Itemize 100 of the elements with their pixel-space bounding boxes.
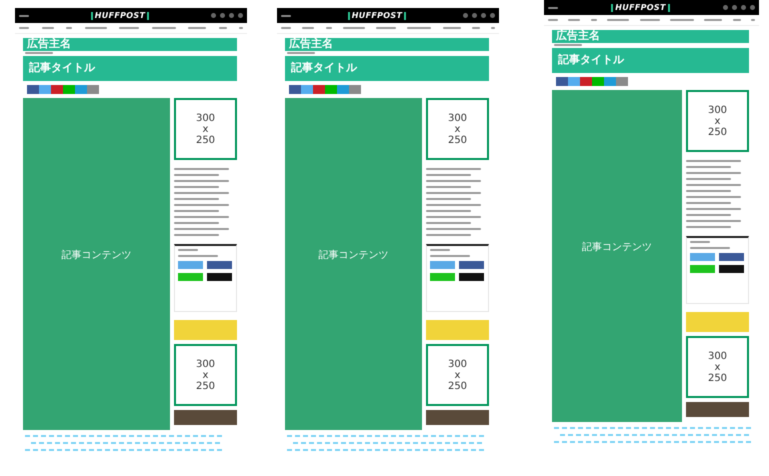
text-placeholder-line	[686, 190, 731, 192]
share-button[interactable]	[75, 85, 87, 94]
banner-image	[174, 320, 237, 340]
text-placeholder-line	[287, 52, 315, 54]
subscribe-button[interactable]	[719, 253, 744, 261]
text-placeholder-line	[426, 180, 481, 182]
share-button[interactable]	[87, 85, 99, 94]
content-label: 記事コンテンツ	[318, 248, 388, 263]
share-button[interactable]	[301, 85, 313, 94]
text-placeholder-line	[174, 234, 219, 236]
text-placeholder-line	[178, 255, 218, 257]
subscribe-button[interactable]	[207, 273, 232, 281]
content-label: 記事コンテンツ	[582, 240, 652, 255]
share-button[interactable]	[313, 85, 325, 94]
share-button[interactable]	[556, 77, 568, 86]
text-placeholder-line	[152, 27, 176, 29]
text-placeholder-line	[174, 192, 229, 194]
share-button[interactable]	[580, 77, 592, 86]
text-placeholder-line	[426, 192, 481, 194]
text-placeholder-line	[686, 202, 731, 204]
text-placeholder-line	[686, 178, 731, 180]
text-placeholder-line	[174, 228, 229, 230]
text-placeholder-line	[19, 27, 29, 29]
share-button[interactable]	[349, 85, 361, 94]
text-placeholder-line	[42, 27, 54, 29]
text-placeholder-line	[188, 27, 206, 29]
text-placeholder-line	[686, 160, 741, 162]
text-placeholder-line	[491, 27, 495, 29]
subscribe-button[interactable]	[719, 265, 744, 273]
subscribe-button[interactable]	[178, 261, 203, 269]
text-placeholder-line	[174, 180, 229, 182]
text-placeholder-line	[426, 168, 481, 170]
text-placeholder-line	[174, 216, 229, 218]
share-button[interactable]	[592, 77, 604, 86]
text-placeholder-line	[174, 168, 229, 170]
text-placeholder-line	[568, 19, 580, 21]
text-placeholder-line	[548, 19, 558, 21]
share-button[interactable]	[568, 77, 580, 86]
text-placeholder-line	[442, 27, 460, 29]
text-placeholder-line	[686, 196, 741, 198]
ad-height: 250	[448, 380, 468, 392]
text-placeholder-line	[174, 222, 219, 224]
ad-width: 300	[708, 104, 728, 116]
share-button[interactable]	[51, 85, 63, 94]
text-placeholder-line	[686, 226, 731, 228]
share-button[interactable]	[337, 85, 349, 94]
ad-width: 300	[448, 112, 468, 124]
text-placeholder-line	[430, 255, 470, 257]
subscribe-button[interactable]	[690, 253, 715, 261]
site-logo[interactable]: HUFFPOST	[90, 12, 150, 20]
share-button[interactable]	[604, 77, 616, 86]
share-button[interactable]	[616, 77, 628, 86]
ad-width: 300	[708, 350, 728, 362]
text-placeholder-line	[690, 247, 730, 249]
subscribe-button[interactable]	[430, 273, 455, 281]
ad-times: x	[454, 370, 460, 380]
site-logo[interactable]: HUFFPOST	[611, 4, 670, 12]
text-placeholder-line	[704, 19, 722, 21]
subscribe-button[interactable]	[459, 273, 484, 281]
site-logo[interactable]: HUFFPOST	[348, 12, 406, 20]
article-title-banner: 記事タイトル	[285, 56, 489, 81]
share-button[interactable]	[63, 85, 75, 94]
text-placeholder-line	[607, 19, 630, 21]
share-button[interactable]	[325, 85, 337, 94]
text-placeholder-line	[732, 19, 741, 21]
text-placeholder-line	[554, 44, 582, 46]
text-placeholder-line	[686, 184, 741, 186]
ad-times: x	[714, 116, 720, 126]
subscribe-button[interactable]	[430, 261, 455, 269]
text-placeholder-line	[239, 27, 243, 29]
advertiser-banner: 広告主名	[552, 30, 749, 43]
text-placeholder-line	[426, 210, 471, 212]
text-placeholder-line	[686, 214, 731, 216]
text-placeholder-line	[426, 228, 481, 230]
text-placeholder-line	[640, 19, 660, 21]
text-placeholder-line	[174, 204, 229, 206]
text-placeholder-line	[174, 174, 219, 176]
text-placeholder-line	[119, 27, 139, 29]
text-placeholder-line	[430, 249, 450, 251]
ad-height: 250	[196, 134, 216, 146]
subscribe-button[interactable]	[178, 273, 203, 281]
text-placeholder-line	[590, 19, 597, 21]
subscribe-button[interactable]	[459, 261, 484, 269]
text-placeholder-line	[174, 186, 219, 188]
text-placeholder-line	[426, 234, 471, 236]
ad-height: 250	[196, 380, 216, 392]
banner-image	[174, 410, 237, 425]
ad-width: 300	[448, 358, 468, 370]
share-button[interactable]	[27, 85, 39, 94]
article-title-banner: 記事タイトル	[552, 48, 749, 73]
share-button[interactable]	[39, 85, 51, 94]
text-placeholder-line	[281, 27, 291, 29]
text-placeholder-line	[178, 249, 198, 251]
text-placeholder-line	[670, 19, 694, 21]
text-placeholder-line	[426, 222, 471, 224]
subscribe-button[interactable]	[207, 261, 232, 269]
article-title-banner: 記事タイトル	[23, 56, 237, 81]
text-placeholder-line	[472, 27, 480, 29]
subscribe-button[interactable]	[690, 265, 715, 273]
share-button[interactable]	[289, 85, 301, 94]
